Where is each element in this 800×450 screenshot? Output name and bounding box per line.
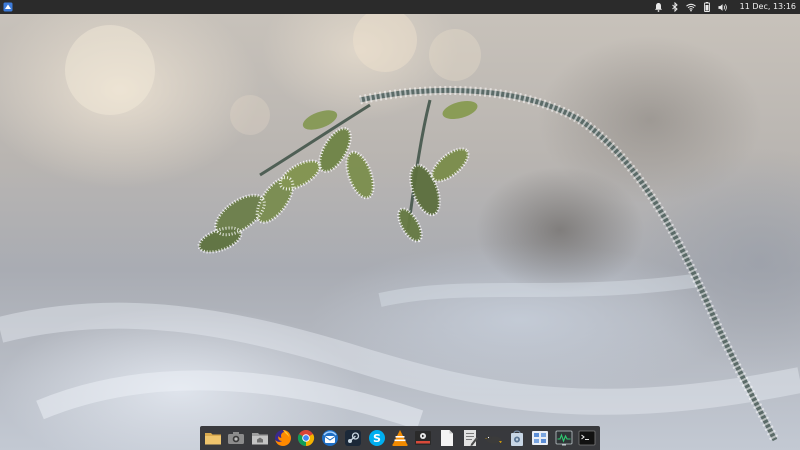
dock-item-firefox[interactable] [273, 428, 292, 448]
dock-item-video-editor[interactable] [414, 428, 433, 448]
notifications-button[interactable] [654, 1, 664, 13]
text-editor-icon [464, 430, 479, 446]
dock-item-skype[interactable]: S [367, 428, 386, 448]
wifi-icon [685, 3, 696, 11]
screenshot-icon [228, 432, 245, 444]
clock[interactable]: 11 Dec, 13:16 [740, 0, 796, 14]
home-folder-icon [251, 433, 268, 445]
desktop: 11 Dec, 13:16 S [0, 0, 800, 450]
firefox-icon [274, 430, 291, 446]
system-monitor-icon [555, 430, 573, 446]
tux-icon [484, 436, 502, 444]
dock-item-document-viewer[interactable] [437, 428, 456, 448]
skype-icon: S [368, 430, 385, 446]
panel-left [0, 1, 14, 13]
app-menu-icon [3, 2, 13, 12]
dock-item-terminal[interactable] [578, 428, 597, 448]
dock-item-vlc[interactable] [390, 428, 409, 448]
dock-item-package-manager[interactable] [507, 428, 526, 448]
dock-item-settings-manager[interactable] [531, 428, 550, 448]
bluetooth-icon [671, 2, 678, 12]
wifi-button[interactable] [685, 1, 696, 13]
battery-icon [703, 2, 710, 12]
dock-item-chrome[interactable] [297, 428, 316, 448]
bluetooth-button[interactable] [670, 1, 680, 13]
battery-button[interactable] [702, 1, 712, 13]
system-tray: 11 Dec, 13:16 [654, 0, 800, 14]
dock-item-steam[interactable] [343, 428, 362, 448]
settings-manager-icon [532, 431, 549, 445]
wallpaper-image [0, 8, 800, 443]
dock-item-home-folder[interactable] [250, 428, 269, 448]
top-panel: 11 Dec, 13:16 [0, 0, 800, 14]
file-manager-icon [204, 433, 221, 445]
volume-icon [718, 3, 727, 11]
package-manager-icon [511, 430, 524, 446]
dock-item-tux[interactable] [484, 428, 503, 448]
dock-item-system-monitor[interactable] [554, 428, 573, 448]
thunderbird-icon [321, 430, 338, 446]
dock-item-thunderbird[interactable] [320, 428, 339, 448]
document-viewer-icon [440, 430, 453, 446]
dock-item-text-editor[interactable] [461, 428, 480, 448]
dock: S [200, 426, 600, 450]
volume-button[interactable] [718, 1, 728, 13]
chrome-icon [298, 430, 315, 447]
terminal-icon [578, 430, 596, 446]
svg-text:S: S [373, 432, 381, 445]
steam-icon [345, 430, 362, 446]
app-menu-button[interactable] [2, 1, 14, 13]
dock-item-screenshot[interactable] [226, 428, 245, 448]
video-editor-icon [415, 431, 432, 445]
dock-item-file-manager[interactable] [203, 428, 222, 448]
notifications-icon [655, 3, 663, 12]
vlc-icon [392, 430, 408, 446]
